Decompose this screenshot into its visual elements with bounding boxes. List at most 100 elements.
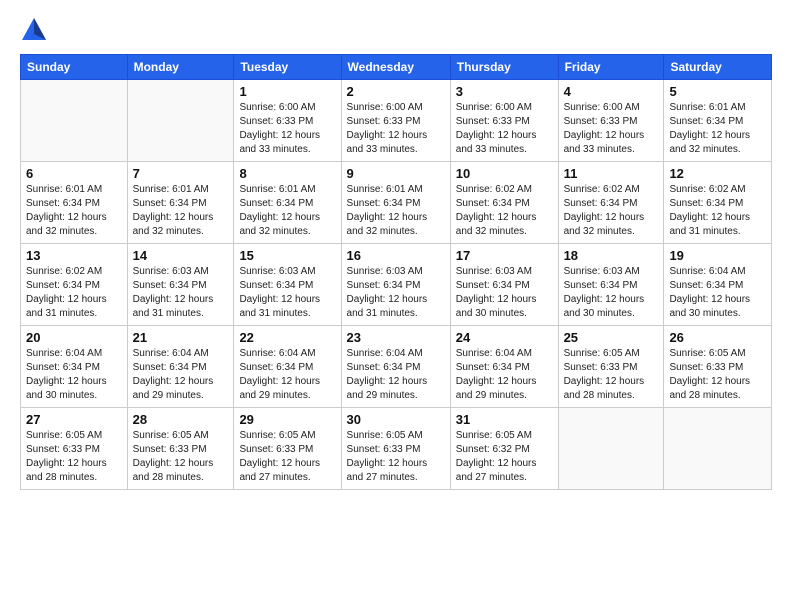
day-cell: 23 Sunrise: 6:04 AM Sunset: 6:34 PM Dayli… xyxy=(341,326,450,408)
day-number: 20 xyxy=(26,330,122,345)
calendar: SundayMondayTuesdayWednesdayThursdayFrid… xyxy=(20,54,772,490)
day-info: Sunrise: 6:00 AM Sunset: 6:33 PM Dayligh… xyxy=(239,101,335,157)
day-cell: 10Sunrise: 6:02 AM Sunset: 6:34 PM Dayli… xyxy=(450,162,558,244)
day-cell: 27 Sunrise: 6:05 AM Sunset: 6:33 PM Dayli… xyxy=(21,408,128,490)
day-number: 24 xyxy=(456,330,553,345)
day-info: Sunrise: 6:01 AM Sunset: 6:34 PM Dayligh… xyxy=(347,183,445,239)
day-cell: 14 Sunrise: 6:03 AM Sunset: 6:34 PM Dayli… xyxy=(127,244,234,326)
day-cell: 5 Sunrise: 6:01 AM Sunset: 6:34 PM Daylig… xyxy=(664,80,772,162)
day-number: 2 xyxy=(347,84,445,99)
day-info: Sunrise: 6:02 AM Sunset: 6:34 PM Dayligh… xyxy=(564,183,659,239)
day-info: Sunrise: 6:05 AM Sunset: 6:33 PM Dayligh… xyxy=(564,347,659,403)
day-info: Sunrise: 6:05 AM Sunset: 6:33 PM Dayligh… xyxy=(26,429,122,485)
day-number: 17 xyxy=(456,248,553,263)
day-cell: 1 Sunrise: 6:00 AM Sunset: 6:33 PM Daylig… xyxy=(234,80,341,162)
day-number: 15 xyxy=(239,248,335,263)
day-number: 29 xyxy=(239,412,335,427)
header xyxy=(20,16,772,44)
day-info: Sunrise: 6:04 AM Sunset: 6:34 PM Dayligh… xyxy=(133,347,229,403)
page: SundayMondayTuesdayWednesdayThursdayFrid… xyxy=(0,0,792,612)
day-info: Sunrise: 6:05 AM Sunset: 6:33 PM Dayligh… xyxy=(669,347,766,403)
day-cell: 21 Sunrise: 6:04 AM Sunset: 6:34 PM Dayli… xyxy=(127,326,234,408)
day-info: Sunrise: 6:03 AM Sunset: 6:34 PM Dayligh… xyxy=(239,265,335,321)
header-cell-friday: Friday xyxy=(558,55,664,80)
week-row-3: 13 Sunrise: 6:02 AM Sunset: 6:34 PM Dayli… xyxy=(21,244,772,326)
week-row-1: 1 Sunrise: 6:00 AM Sunset: 6:33 PM Daylig… xyxy=(21,80,772,162)
day-number: 19 xyxy=(669,248,766,263)
day-number: 13 xyxy=(26,248,122,263)
day-cell xyxy=(21,80,128,162)
day-cell xyxy=(558,408,664,490)
day-number: 8 xyxy=(239,166,335,181)
day-number: 14 xyxy=(133,248,229,263)
day-cell: 15 Sunrise: 6:03 AM Sunset: 6:34 PM Dayli… xyxy=(234,244,341,326)
day-cell xyxy=(127,80,234,162)
calendar-body: 1 Sunrise: 6:00 AM Sunset: 6:33 PM Daylig… xyxy=(21,80,772,490)
day-number: 31 xyxy=(456,412,553,427)
day-cell: 2 Sunrise: 6:00 AM Sunset: 6:33 PM Daylig… xyxy=(341,80,450,162)
day-info: Sunrise: 6:02 AM Sunset: 6:34 PM Dayligh… xyxy=(26,265,122,321)
day-cell: 13 Sunrise: 6:02 AM Sunset: 6:34 PM Dayli… xyxy=(21,244,128,326)
header-cell-sunday: Sunday xyxy=(21,55,128,80)
day-number: 1 xyxy=(239,84,335,99)
day-cell: 4Sunrise: 6:00 AM Sunset: 6:33 PM Daylig… xyxy=(558,80,664,162)
day-number: 12 xyxy=(669,166,766,181)
day-number: 26 xyxy=(669,330,766,345)
day-cell: 26 Sunrise: 6:05 AM Sunset: 6:33 PM Dayli… xyxy=(664,326,772,408)
week-row-4: 20 Sunrise: 6:04 AM Sunset: 6:34 PM Dayli… xyxy=(21,326,772,408)
day-info: Sunrise: 6:01 AM Sunset: 6:34 PM Dayligh… xyxy=(669,101,766,157)
day-number: 23 xyxy=(347,330,445,345)
day-cell: 25 Sunrise: 6:05 AM Sunset: 6:33 PM Dayli… xyxy=(558,326,664,408)
day-info: Sunrise: 6:02 AM Sunset: 6:34 PM Dayligh… xyxy=(669,183,766,239)
day-number: 6 xyxy=(26,166,122,181)
day-info: Sunrise: 6:01 AM Sunset: 6:34 PM Dayligh… xyxy=(26,183,122,239)
day-info: Sunrise: 6:05 AM Sunset: 6:33 PM Dayligh… xyxy=(239,429,335,485)
day-cell: 6 Sunrise: 6:01 AM Sunset: 6:34 PM Daylig… xyxy=(21,162,128,244)
header-cell-monday: Monday xyxy=(127,55,234,80)
day-number: 21 xyxy=(133,330,229,345)
day-cell: 7 Sunrise: 6:01 AM Sunset: 6:34 PM Daylig… xyxy=(127,162,234,244)
day-cell: 11 Sunrise: 6:02 AM Sunset: 6:34 PM Dayli… xyxy=(558,162,664,244)
day-info: Sunrise: 6:04 AM Sunset: 6:34 PM Dayligh… xyxy=(347,347,445,403)
day-number: 22 xyxy=(239,330,335,345)
day-number: 7 xyxy=(133,166,229,181)
day-info: Sunrise: 6:04 AM Sunset: 6:34 PM Dayligh… xyxy=(239,347,335,403)
day-info: Sunrise: 6:04 AM Sunset: 6:34 PM Dayligh… xyxy=(456,347,553,403)
day-info: Sunrise: 6:03 AM Sunset: 6:34 PM Dayligh… xyxy=(564,265,659,321)
day-cell: 20Sunrise: 6:04 AM Sunset: 6:34 PM Dayli… xyxy=(21,326,128,408)
day-cell: 19 Sunrise: 6:04 AM Sunset: 6:34 PM Dayli… xyxy=(664,244,772,326)
header-row: SundayMondayTuesdayWednesdayThursdayFrid… xyxy=(21,55,772,80)
day-cell: 30Sunrise: 6:05 AM Sunset: 6:33 PM Dayli… xyxy=(341,408,450,490)
week-row-5: 27 Sunrise: 6:05 AM Sunset: 6:33 PM Dayli… xyxy=(21,408,772,490)
day-number: 10 xyxy=(456,166,553,181)
day-cell: 9Sunrise: 6:01 AM Sunset: 6:34 PM Daylig… xyxy=(341,162,450,244)
day-info: Sunrise: 6:04 AM Sunset: 6:34 PM Dayligh… xyxy=(669,265,766,321)
day-info: Sunrise: 6:05 AM Sunset: 6:33 PM Dayligh… xyxy=(133,429,229,485)
day-cell: 22 Sunrise: 6:04 AM Sunset: 6:34 PM Dayli… xyxy=(234,326,341,408)
day-number: 5 xyxy=(669,84,766,99)
day-number: 18 xyxy=(564,248,659,263)
day-cell: 18 Sunrise: 6:03 AM Sunset: 6:34 PM Dayli… xyxy=(558,244,664,326)
day-number: 25 xyxy=(564,330,659,345)
day-number: 11 xyxy=(564,166,659,181)
day-number: 4 xyxy=(564,84,659,99)
day-info: Sunrise: 6:05 AM Sunset: 6:33 PM Dayligh… xyxy=(347,429,445,485)
day-info: Sunrise: 6:03 AM Sunset: 6:34 PM Dayligh… xyxy=(133,265,229,321)
header-cell-saturday: Saturday xyxy=(664,55,772,80)
day-cell: 3 Sunrise: 6:00 AM Sunset: 6:33 PM Daylig… xyxy=(450,80,558,162)
day-info: Sunrise: 6:05 AM Sunset: 6:32 PM Dayligh… xyxy=(456,429,553,485)
day-cell: 16 Sunrise: 6:03 AM Sunset: 6:34 PM Dayli… xyxy=(341,244,450,326)
day-info: Sunrise: 6:01 AM Sunset: 6:34 PM Dayligh… xyxy=(133,183,229,239)
day-info: Sunrise: 6:03 AM Sunset: 6:34 PM Dayligh… xyxy=(347,265,445,321)
day-info: Sunrise: 6:00 AM Sunset: 6:33 PM Dayligh… xyxy=(456,101,553,157)
day-cell: 8Sunrise: 6:01 AM Sunset: 6:34 PM Daylig… xyxy=(234,162,341,244)
logo-icon xyxy=(20,16,48,44)
day-info: Sunrise: 6:03 AM Sunset: 6:34 PM Dayligh… xyxy=(456,265,553,321)
day-number: 27 xyxy=(26,412,122,427)
day-cell: 28Sunrise: 6:05 AM Sunset: 6:33 PM Dayli… xyxy=(127,408,234,490)
day-number: 3 xyxy=(456,84,553,99)
day-info: Sunrise: 6:00 AM Sunset: 6:33 PM Dayligh… xyxy=(347,101,445,157)
day-cell: 12 Sunrise: 6:02 AM Sunset: 6:34 PM Dayli… xyxy=(664,162,772,244)
day-number: 16 xyxy=(347,248,445,263)
week-row-2: 6 Sunrise: 6:01 AM Sunset: 6:34 PM Daylig… xyxy=(21,162,772,244)
